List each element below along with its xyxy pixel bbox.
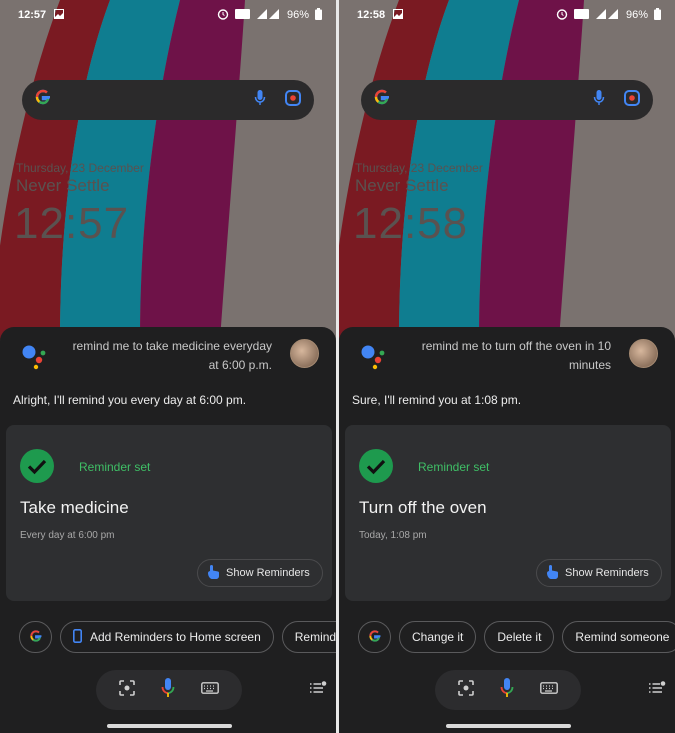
suggestion-chips: Add Reminders to Home screen Remind me (19, 621, 336, 653)
show-reminders-label: Show Reminders (226, 567, 310, 579)
signal-icon (595, 8, 620, 23)
lens-icon[interactable] (458, 679, 474, 701)
lens-icon[interactable] (623, 89, 641, 112)
assistant-sheet: remind me to take medicine everyday at 6… (0, 327, 336, 733)
show-reminders-button[interactable]: Show Reminders (536, 559, 662, 587)
reminder-status: Reminder set (79, 460, 151, 474)
mic-icon[interactable] (500, 677, 514, 704)
assistant-sheet: remind me to turn off the oven in 10 min… (339, 327, 675, 733)
avatar[interactable] (290, 339, 319, 368)
tap-hand-icon (206, 564, 220, 583)
change-it-chip[interactable]: Change it (399, 621, 477, 653)
battery-percent: 96% (286, 9, 309, 21)
google-g-icon (34, 88, 52, 112)
lens-icon[interactable] (119, 679, 135, 701)
reminder-time: Every day at 6:00 pm (20, 530, 115, 541)
lockscreen-clock: 12:57 (14, 199, 130, 248)
image-icon (54, 8, 65, 22)
chip-label: Remind someone (575, 630, 670, 644)
add-reminders-home-chip[interactable]: Add Reminders to Home screen (60, 621, 274, 653)
google-assistant-icon (361, 345, 385, 370)
chip-label: Remind me (294, 630, 336, 644)
show-reminders-label: Show Reminders (565, 567, 649, 579)
mic-icon[interactable] (254, 89, 266, 112)
wifi-icon (573, 8, 590, 23)
alarm-icon (556, 8, 568, 23)
list-icon[interactable] (648, 681, 666, 700)
lockscreen-clock: 12:58 (353, 199, 469, 248)
list-icon[interactable] (309, 681, 327, 700)
check-icon (359, 449, 393, 483)
google-search-bar[interactable] (361, 80, 653, 120)
signal-icon (256, 8, 281, 23)
chip-label: Change it (412, 630, 464, 644)
reminder-title: Take medicine (20, 498, 129, 517)
wifi-icon (234, 8, 251, 23)
avatar[interactable] (629, 339, 658, 368)
check-icon (20, 449, 54, 483)
reminder-status: Reminder set (418, 460, 490, 474)
battery-icon (654, 7, 661, 23)
battery-percent: 96% (625, 9, 648, 21)
status-time: 12:57 (18, 9, 47, 21)
screen-right: 12:58 96% Thursday, 23 December Never Se… (339, 0, 675, 733)
user-query: remind me to turn off the oven in 10 min… (421, 339, 611, 372)
google-chip[interactable] (19, 621, 52, 653)
mic-icon[interactable] (593, 89, 605, 112)
battery-icon (315, 7, 322, 23)
google-g-icon (368, 629, 382, 646)
user-query: remind me to take medicine everyday at 6… (72, 339, 272, 372)
lockscreen-date: Thursday, 23 December (16, 161, 144, 175)
assistant-input-dock (96, 670, 242, 710)
assistant-input-dock (435, 670, 581, 710)
chip-label: Add Reminders to Home screen (90, 630, 261, 644)
google-g-icon (29, 629, 43, 646)
keyboard-icon[interactable] (540, 681, 558, 699)
reminder-time: Today, 1:08 pm (359, 530, 427, 541)
gesture-bar[interactable] (107, 724, 232, 728)
tap-hand-icon (545, 564, 559, 583)
google-g-icon (373, 88, 391, 112)
assistant-response: Sure, I'll remind you at 1:08 pm. (352, 393, 522, 407)
lens-icon[interactable] (284, 89, 302, 112)
delete-it-chip[interactable]: Delete it (484, 621, 555, 653)
status-bar: 12:57 96% (0, 0, 336, 30)
assistant-response: Alright, I'll remind you every day at 6:… (13, 393, 247, 407)
alarm-icon (217, 8, 229, 23)
google-search-bar[interactable] (22, 80, 314, 120)
lockscreen-tagline: Never Settle (355, 176, 449, 195)
lockscreen-date: Thursday, 23 December (355, 161, 483, 175)
show-reminders-button[interactable]: Show Reminders (197, 559, 323, 587)
status-bar: 12:58 96% (339, 0, 675, 30)
google-assistant-icon (22, 345, 46, 370)
google-chip[interactable] (358, 621, 391, 653)
remind-someone-chip[interactable]: Remind someone (562, 621, 675, 653)
reminder-title: Turn off the oven (359, 498, 487, 517)
suggestion-chips: Change it Delete it Remind someone (358, 621, 675, 653)
chip-label: Delete it (497, 630, 542, 644)
status-time: 12:58 (357, 9, 386, 21)
reminder-card[interactable]: Reminder set Take medicine Every day at … (6, 425, 332, 601)
keyboard-icon[interactable] (201, 681, 219, 699)
screen-left: 12:57 96% Thursday, 23 December Never Se… (0, 0, 336, 733)
lockscreen-tagline: Never Settle (16, 176, 110, 195)
image-icon (393, 8, 404, 22)
phone-icon (73, 628, 83, 646)
gesture-bar[interactable] (446, 724, 571, 728)
reminder-card[interactable]: Reminder set Turn off the oven Today, 1:… (345, 425, 671, 601)
mic-icon[interactable] (161, 677, 175, 704)
remind-me-chip[interactable]: Remind me (281, 621, 336, 653)
